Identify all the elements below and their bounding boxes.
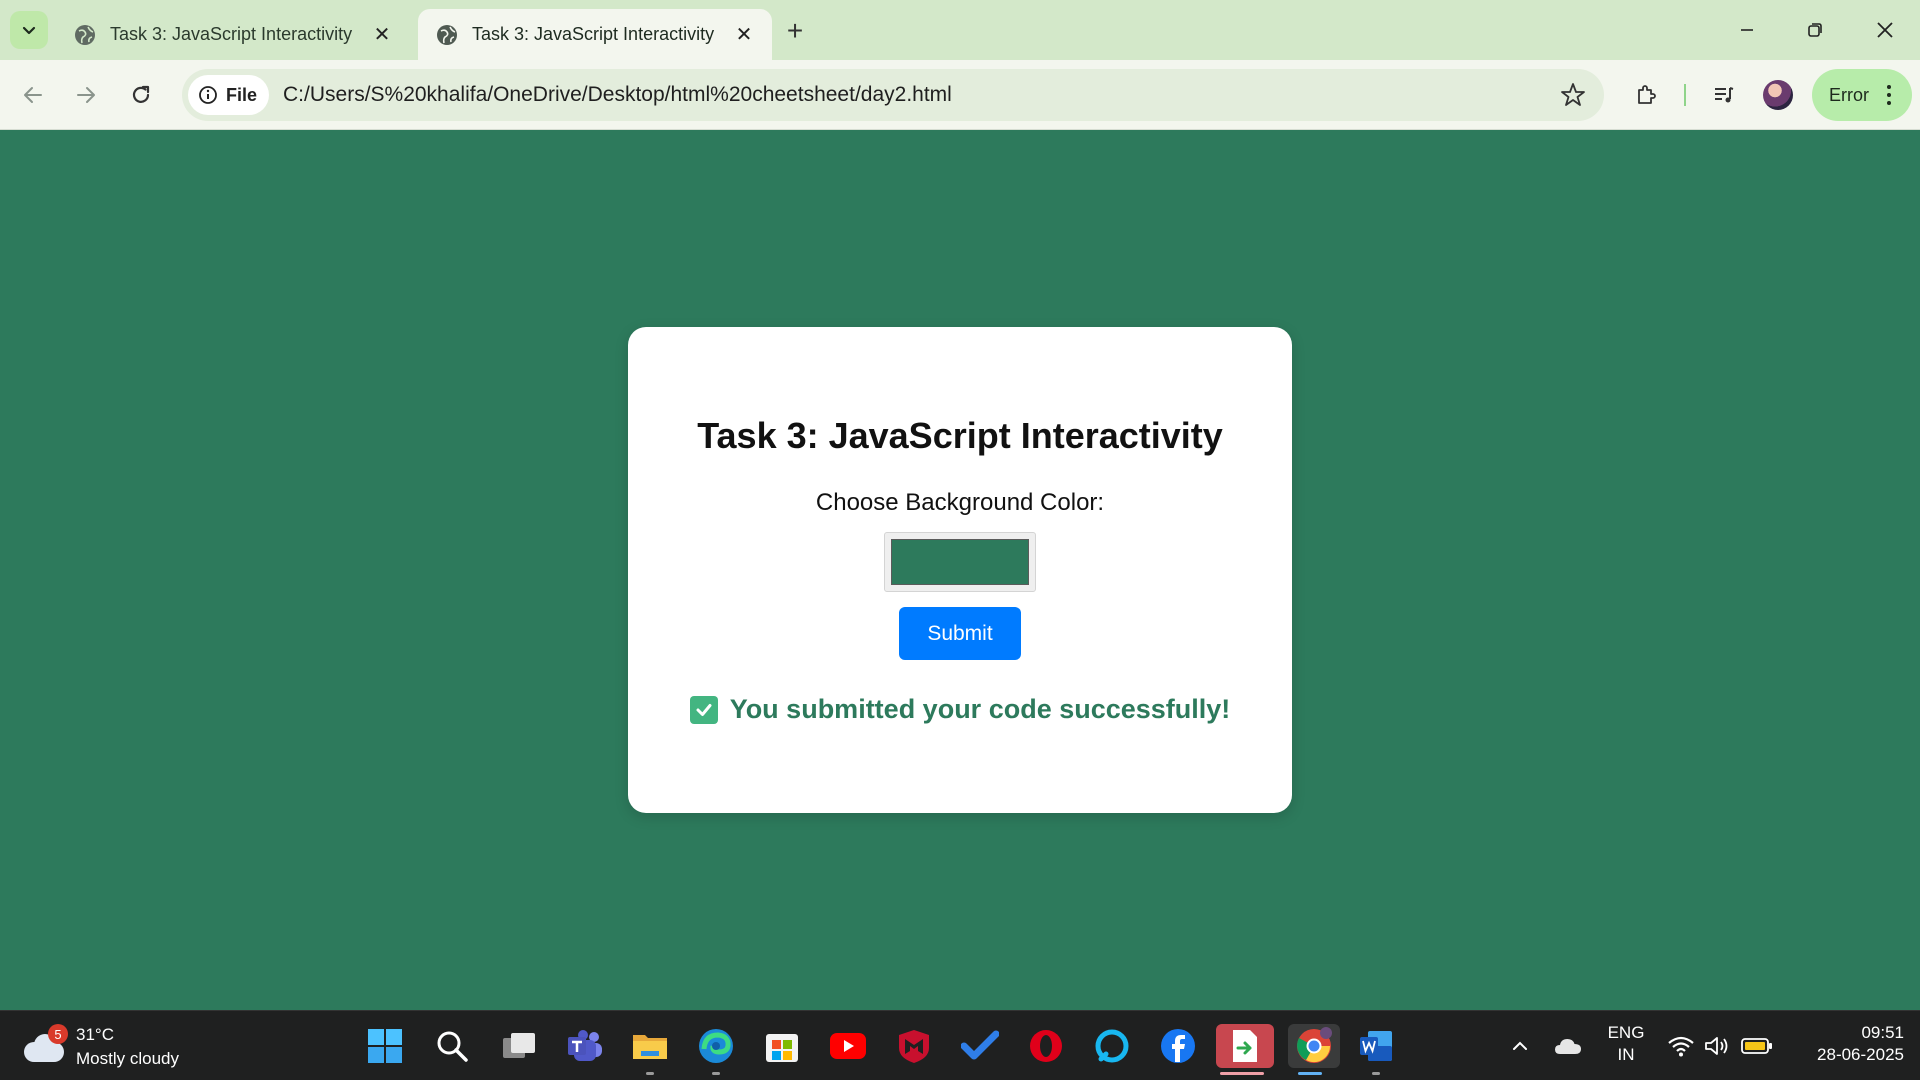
close-window-button[interactable] — [1862, 12, 1908, 48]
close-icon — [1877, 22, 1893, 38]
onedrive-icon[interactable] — [1546, 1024, 1590, 1068]
arrow-right-icon — [77, 87, 95, 103]
windows-start-icon[interactable] — [363, 1024, 407, 1068]
wifi-icon — [1668, 1036, 1694, 1057]
task-card: Task 3: JavaScript Interactivity Choose … — [628, 327, 1292, 813]
notification-badge: 5 — [48, 1024, 68, 1044]
show-hidden-icons-button[interactable] — [1498, 1024, 1542, 1068]
file-explorer-icon[interactable] — [628, 1024, 672, 1075]
bookmark-star-icon[interactable] — [1560, 82, 1586, 108]
alexa-icon[interactable] — [1090, 1024, 1134, 1068]
media-controls-button[interactable] — [1706, 77, 1742, 113]
globe-icon — [437, 24, 457, 45]
address-bar[interactable]: File C:/Users/S%20khalifa/OneDrive/Deskt… — [182, 69, 1604, 121]
region-code: IN — [1617, 1045, 1635, 1064]
forward-button[interactable] — [68, 77, 104, 113]
weather-condition: Mostly cloudy — [76, 1049, 179, 1068]
teams-icon[interactable] — [563, 1024, 607, 1068]
todo-icon[interactable] — [958, 1024, 1002, 1068]
running-indicator — [646, 1072, 654, 1075]
clock-time: 09:51 — [1861, 1023, 1904, 1042]
toolbar-divider — [1684, 84, 1686, 106]
profile-error-button[interactable]: Error — [1812, 69, 1912, 121]
arrow-left-icon — [24, 87, 42, 103]
facebook-icon[interactable] — [1156, 1024, 1200, 1068]
back-button[interactable] — [15, 77, 51, 113]
language-indicator[interactable]: ENG IN — [1600, 1022, 1652, 1066]
mcafee-icon[interactable] — [892, 1024, 936, 1068]
puzzle-icon — [1638, 85, 1656, 104]
more-options-icon[interactable] — [1887, 85, 1891, 105]
clock-date: 28-06-2025 — [1817, 1045, 1904, 1064]
color-picker-input[interactable] — [884, 532, 1036, 592]
browser-titlebar: Task 3: JavaScript Interactivity ✕ Task … — [0, 0, 1920, 60]
info-icon — [199, 86, 217, 104]
profile-error-label: Error — [1829, 84, 1869, 105]
running-indicator — [1372, 1072, 1380, 1075]
cloud-icon: 5 — [24, 1024, 68, 1062]
color-picker-label: Choose Background Color: — [815, 489, 1105, 516]
windows-taskbar: 5 31°C Mostly cloudy ENG IN 09:51 28-06-… — [0, 1010, 1920, 1080]
edge-icon[interactable] — [694, 1024, 738, 1075]
quick-settings-button[interactable] — [1660, 1024, 1780, 1068]
reload-button[interactable] — [123, 77, 159, 113]
tab-search-button[interactable] — [10, 11, 48, 49]
weather-temperature: 31°C — [76, 1025, 114, 1044]
submit-button[interactable]: Submit — [899, 607, 1021, 660]
success-text: You submitted your code successfully! — [729, 694, 1231, 724]
checkmark-icon — [689, 695, 718, 724]
microsoft-store-icon[interactable] — [760, 1024, 804, 1068]
tab-title: Task 3: JavaScript Interactivity — [472, 24, 715, 44]
tab-1[interactable]: Task 3: JavaScript Interactivity ✕ — [56, 9, 410, 60]
language-code: ENG — [1607, 1023, 1645, 1042]
battery-icon — [1741, 1038, 1772, 1054]
volume-icon — [1705, 1037, 1728, 1055]
restore-icon — [1808, 23, 1822, 37]
new-tab-button[interactable]: + — [780, 15, 810, 46]
running-indicator — [1298, 1072, 1322, 1075]
close-tab-icon[interactable]: ✕ — [732, 23, 756, 47]
minimize-icon — [1741, 29, 1753, 31]
site-info-label: File — [226, 84, 258, 105]
chrome-icon[interactable] — [1288, 1024, 1340, 1075]
word-icon[interactable] — [1354, 1024, 1398, 1075]
extensions-button[interactable] — [1628, 77, 1664, 113]
chevron-up-icon — [1513, 1041, 1527, 1050]
tab-title: Task 3: JavaScript Interactivity — [110, 24, 353, 44]
running-indicator — [712, 1072, 720, 1075]
page-title: Task 3: JavaScript Interactivity — [697, 415, 1223, 456]
opera-icon[interactable] — [1024, 1024, 1068, 1068]
browser-toolbar: File C:/Users/S%20khalifa/OneDrive/Deskt… — [0, 60, 1920, 130]
file-transfer-icon[interactable] — [1216, 1024, 1274, 1075]
reload-icon — [132, 85, 150, 103]
weather-widget[interactable]: 5 31°C Mostly cloudy — [24, 1023, 179, 1071]
media-queue-icon — [1715, 87, 1734, 103]
url-text[interactable]: C:/Users/S%20khalifa/OneDrive/Desktop/ht… — [283, 83, 952, 107]
task-view-icon[interactable] — [497, 1024, 541, 1068]
site-info-chip[interactable]: File — [188, 75, 270, 115]
tab-2-active[interactable]: Task 3: JavaScript Interactivity ✕ — [418, 9, 772, 60]
close-tab-icon[interactable]: ✕ — [370, 23, 394, 47]
youtube-icon[interactable] — [826, 1024, 870, 1068]
running-indicator — [1220, 1072, 1264, 1075]
profile-avatar[interactable] — [1763, 80, 1793, 110]
restore-button[interactable] — [1792, 12, 1838, 48]
chevron-down-icon — [22, 26, 36, 35]
clock[interactable]: 09:51 28-06-2025 — [1792, 1022, 1904, 1066]
search-icon[interactable] — [430, 1024, 474, 1068]
minimize-button[interactable] — [1724, 12, 1770, 48]
color-swatch — [891, 539, 1029, 585]
success-message: You submitted your code successfully! — [628, 694, 1292, 725]
globe-icon — [75, 24, 95, 45]
